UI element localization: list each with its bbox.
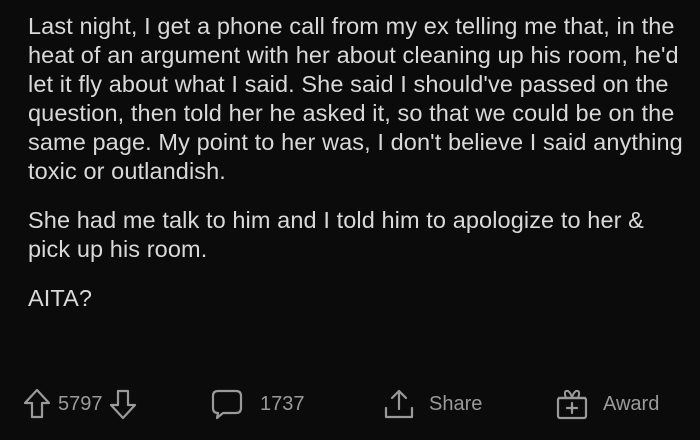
post-paragraph-2: She had me talk to him and I told him to… bbox=[28, 207, 644, 262]
downvote-arrow-icon[interactable] bbox=[108, 387, 138, 421]
comment-bubble-icon bbox=[210, 387, 244, 421]
award-button[interactable]: Award bbox=[555, 384, 659, 424]
upvote-arrow-icon[interactable] bbox=[22, 387, 52, 421]
post-body: Last night, I get a phone call from my e… bbox=[28, 12, 688, 313]
award-label: Award bbox=[603, 392, 660, 415]
comments-button[interactable]: 1737 bbox=[210, 384, 305, 424]
share-label: Share bbox=[429, 392, 483, 415]
post-paragraph-3: AITA? bbox=[28, 285, 93, 311]
vote-count: 5797 bbox=[58, 392, 103, 415]
award-gift-icon bbox=[555, 387, 589, 421]
vote-control: 5797 bbox=[22, 384, 138, 424]
post-action-bar: 5797 1737 Share Award bbox=[0, 384, 700, 424]
share-button[interactable]: Share bbox=[383, 384, 482, 424]
share-icon bbox=[383, 387, 415, 421]
post-paragraph-1: Last night, I get a phone call from my e… bbox=[28, 13, 683, 184]
comment-count: 1737 bbox=[260, 392, 305, 415]
